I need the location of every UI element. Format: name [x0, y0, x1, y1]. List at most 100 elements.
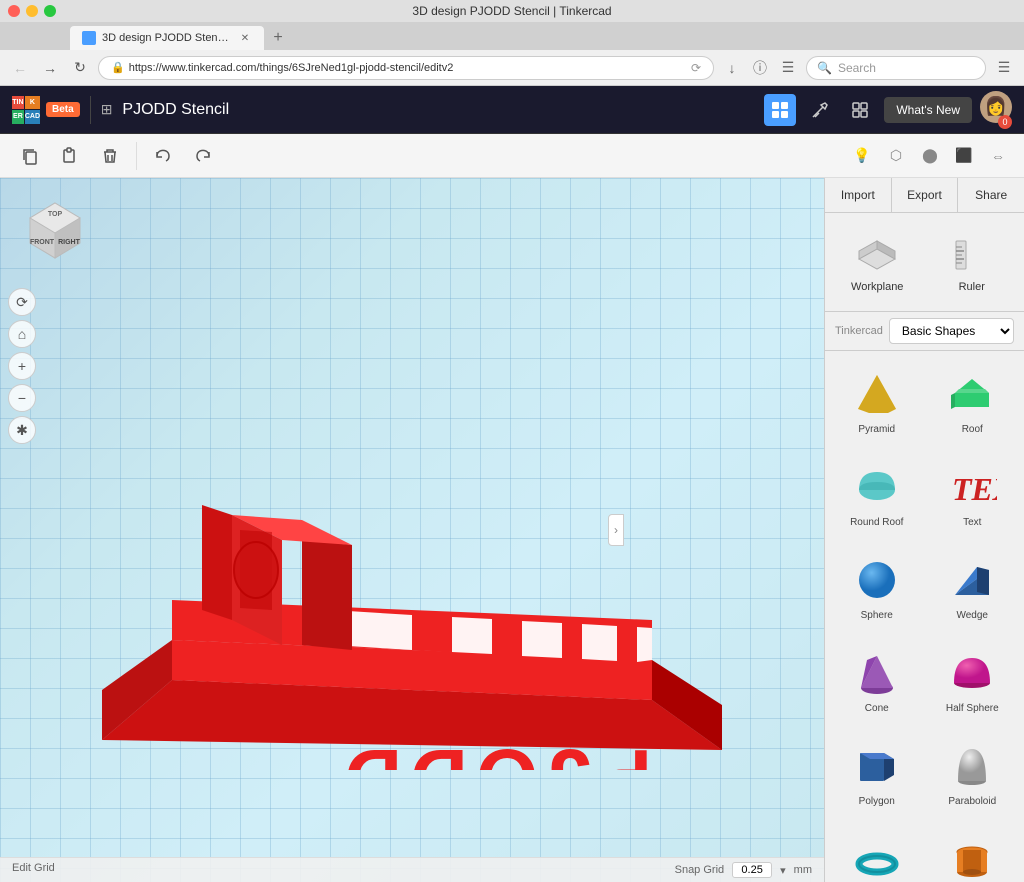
shape-round-roof[interactable]: Round Roof: [833, 452, 921, 537]
active-tab[interactable]: 3D design PJODD Stencil | Ti... ✕: [70, 26, 264, 50]
tab-bar: 3D design PJODD Stencil | Ti... ✕ +: [0, 22, 1024, 50]
workplane-icon: [855, 231, 899, 275]
svg-text:TEXT: TEXT: [952, 471, 997, 507]
round-roof-icon: [851, 461, 903, 513]
tube-icon: [946, 833, 998, 882]
half-sphere-icon: [946, 647, 998, 699]
main-area: TOP FRONT RIGHT ⟳ ⌂ + − ✱: [0, 178, 1024, 882]
shape-torus[interactable]: Torus: [833, 824, 921, 882]
workplane-tool[interactable]: Workplane: [835, 223, 920, 301]
address-bar-icons: ↓ ⓘ ☰: [720, 56, 800, 80]
tools-button[interactable]: [804, 94, 836, 126]
download-icon[interactable]: ↓: [720, 56, 744, 80]
info-icon[interactable]: ⓘ: [748, 56, 772, 80]
delete-button[interactable]: [92, 138, 128, 174]
snap-value-input[interactable]: [732, 862, 772, 878]
new-tab-button[interactable]: +: [266, 26, 290, 50]
shape-tube[interactable]: Tube: [929, 824, 1017, 882]
ruler-tool[interactable]: Ruler: [930, 223, 1015, 301]
tab-label: 3D design PJODD Stencil | Ti...: [102, 32, 232, 44]
scene-container: PJODD: [0, 178, 824, 882]
viewport[interactable]: TOP FRONT RIGHT ⟳ ⌂ + − ✱: [0, 178, 824, 882]
project-name[interactable]: PJODD Stencil: [122, 101, 229, 119]
paraboloid-icon: [946, 740, 998, 792]
pyramid-icon: [851, 368, 903, 420]
snap-grid-label: Snap Grid: [675, 864, 725, 876]
share-button[interactable]: Share: [958, 178, 1024, 212]
app-header: TIN K ER CAD Beta ⊞ PJODD Stencil: [0, 86, 1024, 134]
tab-favicon: [82, 31, 96, 45]
view-grid-button[interactable]: [764, 94, 796, 126]
undo-button[interactable]: [145, 138, 181, 174]
cylinder-icon[interactable]: ⬤: [916, 142, 944, 170]
paste-button[interactable]: [52, 138, 88, 174]
close-traffic-light[interactable]: [8, 5, 20, 17]
import-button[interactable]: Import: [825, 178, 892, 212]
user-menu[interactable]: 👩 0: [980, 91, 1012, 129]
shape-wedge[interactable]: Wedge: [929, 545, 1017, 630]
url-bar[interactable]: 🔒 https://www.tinkercad.com/things/6SJre…: [98, 56, 714, 80]
maximize-traffic-light[interactable]: [44, 5, 56, 17]
tinkercad-logo: TIN K ER CAD: [12, 96, 40, 124]
forward-button[interactable]: →: [38, 56, 62, 80]
export-button[interactable]: Export: [892, 178, 959, 212]
toolbar-separator-1: [136, 142, 137, 170]
half-sphere-label: Half Sphere: [946, 703, 999, 714]
roof-icon: [946, 368, 998, 420]
logo-er: ER: [12, 110, 24, 124]
header-separator: [90, 96, 91, 124]
snap-dropdown-icon[interactable]: ▾: [780, 864, 786, 877]
shape-half-sphere[interactable]: Half Sphere: [929, 638, 1017, 723]
cone-label: Cone: [865, 703, 889, 714]
roof-label: Roof: [962, 424, 983, 435]
shape-sphere[interactable]: Sphere: [833, 545, 921, 630]
shape-polygon[interactable]: Polygon: [833, 731, 921, 816]
tab-close-button[interactable]: ✕: [238, 31, 252, 45]
panel-toggle-button[interactable]: ›: [608, 514, 624, 546]
polygon-label: Polygon: [859, 796, 895, 807]
sphere-icon: [851, 554, 903, 606]
shape-text[interactable]: TEXT Text: [929, 452, 1017, 537]
redo-button[interactable]: [185, 138, 221, 174]
address-bar: ← → ↻ 🔒 https://www.tinkercad.com/things…: [0, 50, 1024, 86]
toolbar-right: 💡 ⬡ ⬤ ⬛ ⇔: [848, 142, 1012, 170]
unit-label: mm: [794, 864, 812, 876]
shape-cone[interactable]: Cone: [833, 638, 921, 723]
align-left-icon[interactable]: ⬛: [950, 142, 978, 170]
logo-tin: TIN: [12, 96, 24, 110]
text-shape-icon: TEXT: [946, 461, 998, 513]
menu-icon[interactable]: ☰: [992, 56, 1016, 80]
group-button[interactable]: [844, 94, 876, 126]
edit-grid-label[interactable]: Edit Grid: [12, 862, 55, 878]
grid-small-icon: ⊞: [101, 101, 113, 118]
polygon-icon: [851, 740, 903, 792]
refresh-button[interactable]: ↻: [68, 56, 92, 80]
whats-new-button[interactable]: What's New: [884, 97, 972, 123]
copy-button[interactable]: [12, 138, 48, 174]
light-bulb-icon[interactable]: 💡: [848, 142, 876, 170]
back-button[interactable]: ←: [8, 56, 32, 80]
minimize-traffic-light[interactable]: [26, 5, 38, 17]
traffic-lights: [8, 5, 56, 17]
logo-cad: CAD: [25, 110, 40, 124]
search-bar[interactable]: 🔍 Search: [806, 56, 986, 80]
shape-roof[interactable]: Roof: [929, 359, 1017, 444]
extensions-icon[interactable]: ☰: [776, 56, 800, 80]
toolbar: 💡 ⬡ ⬤ ⬛ ⇔: [0, 134, 1024, 178]
shape-paraboloid[interactable]: Paraboloid: [929, 731, 1017, 816]
beta-badge: Beta: [46, 102, 80, 117]
pyramid-label: Pyramid: [858, 424, 895, 435]
right-panel: Import Export Share Workplane: [824, 178, 1024, 882]
flip-icon[interactable]: ⇔: [984, 142, 1012, 170]
status-bar: Edit Grid Snap Grid ▾ mm: [0, 857, 824, 882]
wedge-icon: [946, 554, 998, 606]
window-title: 3D design PJODD Stencil | Tinkercad: [412, 4, 611, 18]
shape-pyramid[interactable]: Pyramid: [833, 359, 921, 444]
url-text: https://www.tinkercad.com/things/6SJreNe…: [129, 62, 454, 74]
round-roof-label: Round Roof: [850, 517, 903, 528]
category-select[interactable]: Basic Shapes: [889, 318, 1014, 344]
workplane-label: Workplane: [851, 281, 903, 293]
status-right: Snap Grid ▾ mm: [675, 862, 812, 878]
sphere-label: Sphere: [861, 610, 893, 621]
pentagon-icon[interactable]: ⬡: [882, 142, 910, 170]
